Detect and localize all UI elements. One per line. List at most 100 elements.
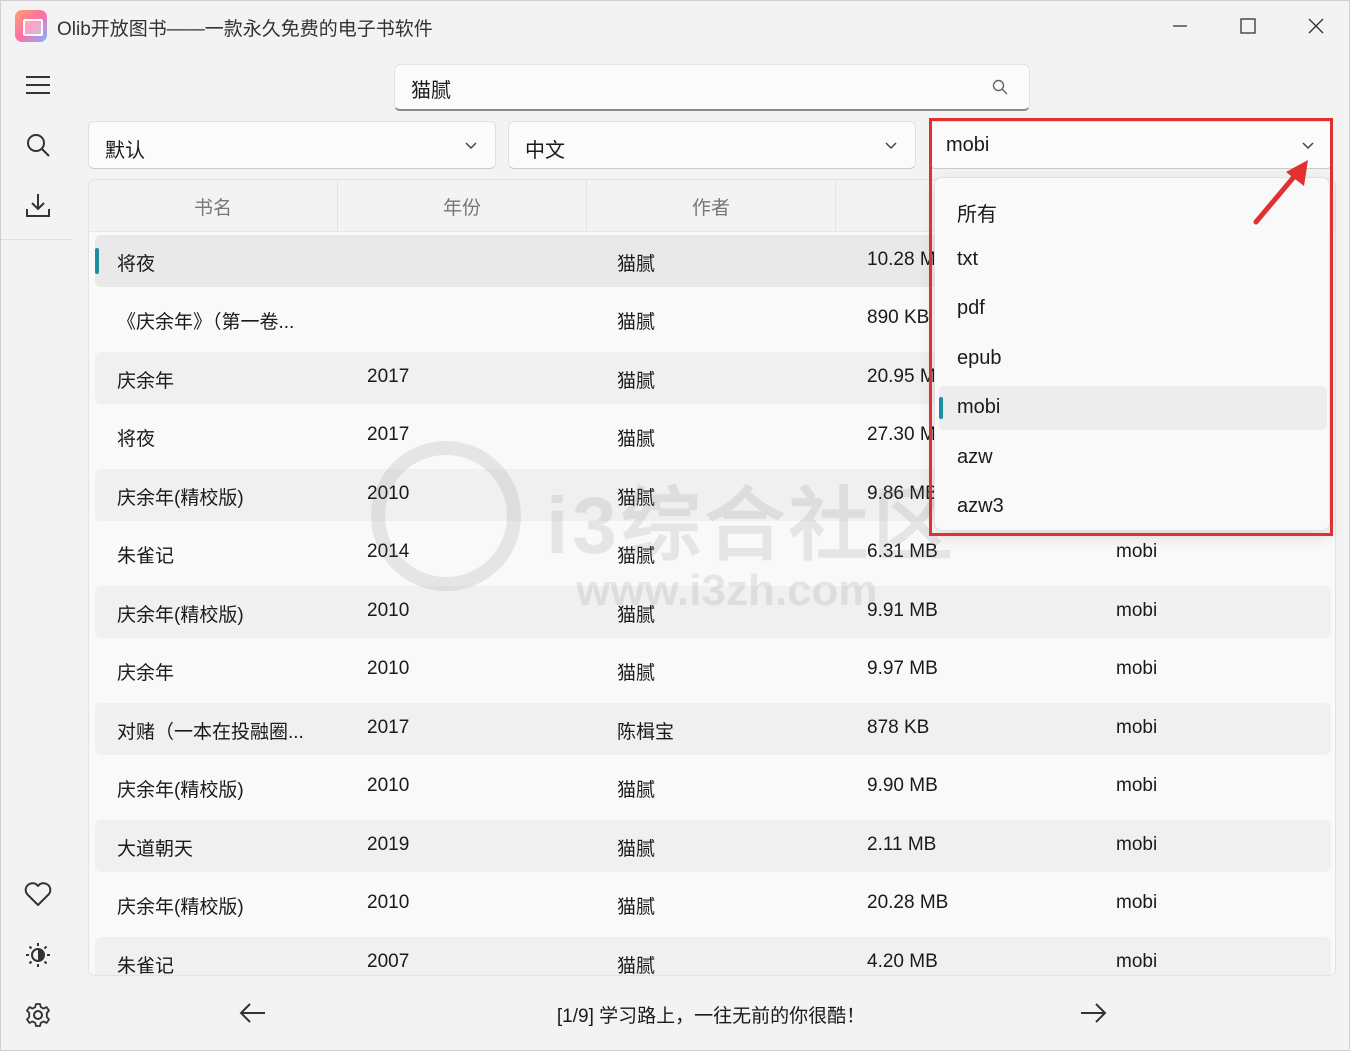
table-row[interactable]: 对赌（一本在投融圈... 2017 陈楫宝 878 KB mobi	[95, 703, 1331, 755]
sort-dropdown-value: 默认	[105, 140, 145, 162]
hamburger-menu-icon	[26, 76, 50, 94]
cell-year: 2014	[367, 541, 410, 562]
sidebar-item-download[interactable]	[19, 186, 57, 224]
format-option-mobi[interactable]: mobi	[939, 386, 1327, 430]
cell-format: mobi	[1116, 541, 1158, 562]
maximize-button[interactable]	[1214, 1, 1282, 51]
search-submit-button[interactable]	[991, 78, 1011, 98]
cell-size: 2.11 MB	[867, 834, 937, 855]
table-row[interactable]: 朱雀记 2014 猫腻 6.31 MB mobi	[95, 527, 1331, 579]
chevron-down-icon	[465, 142, 477, 150]
table-row[interactable]: 庆余年(精校版) 2010 猫腻 20.28 MB mobi	[95, 878, 1331, 930]
table-row[interactable]: 大道朝天 2019 猫腻 2.11 MB mobi	[95, 820, 1331, 872]
language-dropdown[interactable]: 中文	[508, 121, 916, 169]
chevron-down-icon	[1302, 142, 1314, 150]
format-option-azw[interactable]: azw	[939, 436, 1327, 480]
cell-title: 《庆余年》（第一卷...	[117, 312, 295, 333]
column-header-year[interactable]: 年份	[338, 180, 587, 232]
cell-title: 将夜	[117, 254, 156, 275]
format-option-azw3[interactable]: azw3	[939, 485, 1327, 529]
chevron-down-icon	[885, 142, 897, 150]
column-header-title[interactable]: 书名	[89, 180, 338, 232]
cell-author: 猫腻	[617, 312, 656, 333]
format-option-epub[interactable]: epub	[939, 337, 1327, 381]
cell-size: 878 KB	[867, 717, 930, 738]
cell-author: 陈楫宝	[617, 722, 675, 743]
cell-author: 猫腻	[617, 956, 656, 976]
cell-year: 2007	[367, 951, 410, 972]
format-option-txt[interactable]: txt	[939, 238, 1327, 282]
column-header-author[interactable]: 作者	[587, 180, 836, 232]
cell-author: 猫腻	[617, 488, 656, 509]
format-option-label: azw	[957, 446, 993, 468]
selection-indicator	[939, 397, 943, 419]
brightness-icon	[26, 943, 50, 967]
cell-year: 2017	[367, 366, 410, 387]
download-icon	[26, 194, 50, 217]
cell-size: 20.95 M	[867, 366, 936, 387]
table-row[interactable]: 庆余年(精校版) 2010 猫腻 9.90 MB mobi	[95, 761, 1331, 813]
cell-author: 猫腻	[617, 546, 656, 567]
search-icon	[992, 79, 1008, 95]
sidebar-item-favorites[interactable]	[19, 875, 57, 913]
cell-title: 朱雀记	[117, 546, 175, 567]
language-dropdown-value: 中文	[525, 140, 565, 162]
format-option-label: pdf	[957, 297, 985, 319]
close-icon	[1308, 18, 1324, 34]
minimize-icon	[1173, 25, 1187, 27]
cell-title: 庆余年(精校版)	[117, 488, 244, 509]
app-logo-icon	[15, 10, 47, 42]
arrow-right-icon	[1081, 1003, 1107, 1023]
menu-button[interactable]	[19, 66, 57, 104]
sort-dropdown[interactable]: 默认	[88, 121, 496, 169]
cell-size: 890 KB	[867, 307, 930, 328]
theme-toggle-button[interactable]	[19, 936, 57, 974]
cell-title: 庆余年	[117, 663, 175, 684]
cell-title: 庆余年(精校版)	[117, 897, 244, 918]
search-input[interactable]	[411, 75, 971, 101]
format-option-label: 所有	[957, 204, 997, 226]
cell-format: mobi	[1116, 892, 1158, 913]
cell-year: 2010	[367, 600, 410, 621]
next-page-button[interactable]	[1076, 996, 1110, 1030]
cell-size: 27.30 M	[867, 424, 936, 445]
title-bar: Olib开放图书——一款永久免费的电子书软件	[1, 1, 1350, 51]
cell-year: 2019	[367, 834, 410, 855]
sidebar-item-search[interactable]	[19, 126, 57, 164]
search-box	[394, 64, 1030, 111]
cell-author: 猫腻	[617, 429, 656, 450]
cell-author: 猫腻	[617, 663, 656, 684]
cell-year: 2010	[367, 658, 410, 679]
selection-indicator	[95, 248, 99, 274]
table-row[interactable]: 庆余年 2010 猫腻 9.97 MB mobi	[95, 644, 1331, 696]
format-dropdown[interactable]: mobi	[929, 121, 1333, 169]
maximize-icon	[1240, 18, 1256, 34]
cell-title: 庆余年(精校版)	[117, 780, 244, 801]
cell-format: mobi	[1116, 658, 1158, 679]
cell-title: 对赌（一本在投融圈...	[117, 722, 304, 743]
cell-format: mobi	[1116, 951, 1158, 972]
cell-year: 2017	[367, 717, 410, 738]
table-row[interactable]: 朱雀记 2007 猫腻 4.20 MB mobi	[95, 937, 1331, 976]
search-icon	[27, 134, 50, 157]
cell-author: 猫腻	[617, 897, 656, 918]
close-button[interactable]	[1282, 1, 1350, 51]
table-row[interactable]: 庆余年(精校版) 2010 猫腻 9.91 MB mobi	[95, 586, 1331, 638]
cell-title: 庆余年(精校版)	[117, 605, 244, 626]
cell-size: 10.28 M	[867, 249, 936, 270]
cell-year: 2017	[367, 424, 410, 445]
format-option-all[interactable]: 所有	[939, 188, 1327, 232]
format-option-label: txt	[957, 248, 979, 270]
page-status: [1/9] 学习路上，一往无前的你很酷！	[556, 1006, 866, 1027]
cell-format: mobi	[1116, 600, 1158, 621]
format-option-pdf[interactable]: pdf	[939, 287, 1327, 331]
cell-title: 将夜	[117, 429, 156, 450]
cell-format: mobi	[1116, 717, 1158, 738]
cell-year: 2010	[367, 775, 410, 796]
format-option-label: azw3	[957, 495, 1004, 517]
cell-format: mobi	[1116, 834, 1158, 855]
cell-author: 猫腻	[617, 605, 656, 626]
cell-size: 20.28 MB	[867, 892, 949, 913]
minimize-button[interactable]	[1146, 1, 1214, 51]
cell-size: 4.20 MB	[867, 951, 938, 972]
